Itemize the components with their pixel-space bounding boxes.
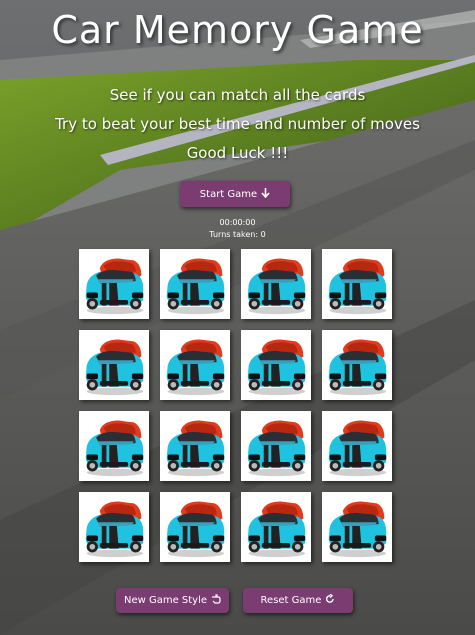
car-image xyxy=(243,251,309,317)
memory-card[interactable] xyxy=(241,249,311,319)
memory-card[interactable] xyxy=(322,492,392,562)
car-image xyxy=(81,413,147,479)
car-image xyxy=(243,332,309,398)
page-title: Car Memory Game xyxy=(51,8,424,52)
memory-card[interactable] xyxy=(79,411,149,481)
game-page: Car Memory Game See if you can match all… xyxy=(0,0,475,635)
memory-card[interactable] xyxy=(79,249,149,319)
card-grid xyxy=(79,249,392,562)
car-image xyxy=(81,494,147,560)
car-image xyxy=(162,494,228,560)
intro-line-3: Good Luck !!! xyxy=(186,144,289,162)
memory-card[interactable] xyxy=(322,330,392,400)
memory-card[interactable] xyxy=(79,492,149,562)
memory-card[interactable] xyxy=(160,249,230,319)
memory-card[interactable] xyxy=(241,492,311,562)
intro-line-2: Try to beat your best time and number of… xyxy=(55,115,420,133)
memory-card[interactable] xyxy=(322,249,392,319)
car-image xyxy=(81,332,147,398)
new-game-style-label: New Game Style xyxy=(123,595,208,606)
turns-counter: Turns taken: 0 xyxy=(209,230,266,239)
car-image xyxy=(243,413,309,479)
memory-card[interactable] xyxy=(322,411,392,481)
new-game-style-button[interactable]: New Game Style xyxy=(116,588,229,613)
reset-game-button[interactable]: Reset Game xyxy=(243,588,353,613)
memory-card[interactable] xyxy=(160,330,230,400)
car-image xyxy=(324,251,390,317)
arrow-down-icon xyxy=(261,187,270,201)
memory-card[interactable] xyxy=(160,492,230,562)
hand-pointer-icon xyxy=(211,594,221,607)
reset-game-label: Reset Game xyxy=(260,595,322,606)
rotate-icon xyxy=(325,593,335,607)
car-image xyxy=(324,413,390,479)
car-image xyxy=(81,251,147,317)
car-image xyxy=(162,251,228,317)
car-image xyxy=(162,332,228,398)
intro-line-1: See if you can match all the cards xyxy=(109,86,366,104)
memory-card[interactable] xyxy=(241,330,311,400)
start-game-button[interactable]: Start Game xyxy=(180,181,290,207)
timer-display: 00:00:00 xyxy=(219,218,256,227)
memory-card[interactable] xyxy=(241,411,311,481)
car-image xyxy=(243,494,309,560)
memory-card[interactable] xyxy=(79,330,149,400)
memory-card[interactable] xyxy=(160,411,230,481)
car-image xyxy=(324,494,390,560)
car-image xyxy=(324,332,390,398)
start-game-label: Start Game xyxy=(199,188,258,200)
car-image xyxy=(162,413,228,479)
